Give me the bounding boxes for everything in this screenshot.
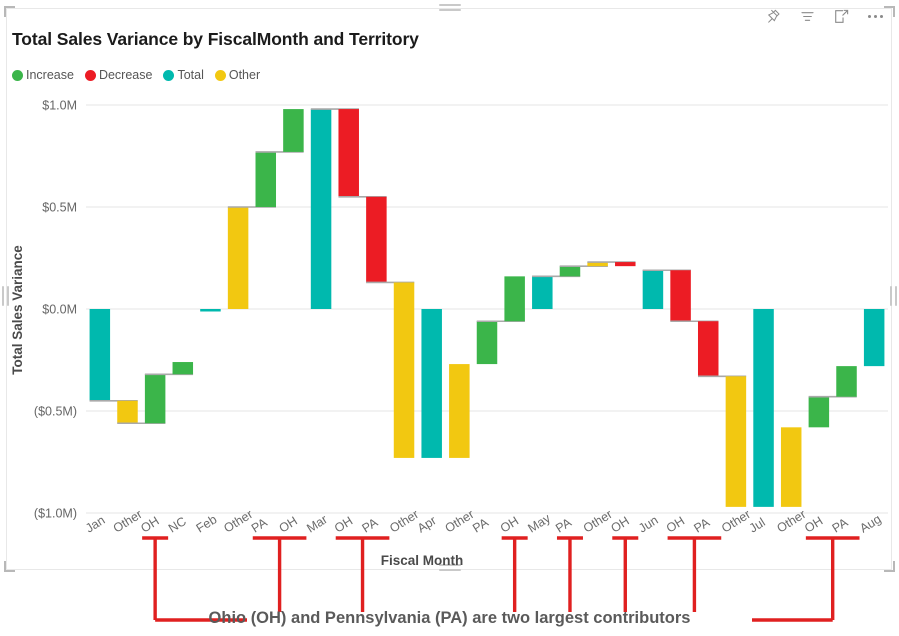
y-axis-title: Total Sales Variance [10, 245, 25, 375]
x-axis-tick-label[interactable]: Other [387, 507, 421, 535]
waterfall-bar[interactable] [117, 400, 138, 424]
annotation-caption: Ohio (OH) and Pennsylvania (PA) are two … [208, 609, 691, 627]
y-axis-tick-label: $1.0M [42, 99, 77, 113]
chart-plot-area: $1.0M $0.5M $0.0M ($0.5M) ($1.0M) Total Sales… [0, 0, 899, 636]
x-axis-tick-label[interactable]: Other [774, 507, 808, 535]
waterfall-bar[interactable] [725, 376, 747, 507]
y-axis-tick-label: $0.0M [42, 303, 77, 317]
waterfall-bar[interactable] [338, 109, 359, 197]
waterfall-bar[interactable] [449, 364, 470, 458]
x-axis-tick-label[interactable]: Mar [304, 512, 330, 535]
waterfall-bar[interactable] [753, 309, 774, 507]
x-axis-tick-label[interactable]: Jan [83, 513, 108, 536]
x-axis-tick-label[interactable]: Other [221, 507, 255, 535]
waterfall-bar[interactable] [144, 374, 166, 424]
waterfall-bar[interactable] [172, 362, 194, 375]
waterfall-chart[interactable]: $1.0M$0.5M$0.0M($0.5M)($1.0M)Total Sales… [0, 0, 899, 636]
x-axis-tick-label[interactable]: Aug [857, 512, 883, 536]
x-axis-tick-label[interactable]: PA [553, 515, 574, 536]
x-axis-tick-label[interactable]: PA [691, 515, 712, 536]
waterfall-bar[interactable] [255, 151, 277, 207]
x-axis-tick-label[interactable]: Jun [636, 513, 661, 536]
waterfall-bar[interactable] [559, 266, 581, 277]
waterfall-bar[interactable] [366, 196, 387, 283]
y-axis-tick-label: ($0.5M) [34, 405, 77, 419]
y-axis-tick-label: $0.5M [42, 201, 77, 215]
waterfall-bar[interactable] [532, 276, 553, 309]
waterfall-bar[interactable] [200, 309, 221, 312]
waterfall-bar[interactable] [780, 427, 802, 507]
x-axis-tick-label[interactable]: OH [664, 514, 687, 536]
waterfall-bar[interactable] [89, 309, 111, 401]
x-axis-tick-label[interactable]: Other [719, 507, 753, 535]
waterfall-bar[interactable] [808, 396, 830, 428]
x-axis-tick-label[interactable]: PA [830, 515, 851, 536]
waterfall-bar[interactable] [670, 270, 691, 322]
powerbi-visual-container: Total Sales Variance by FiscalMonth and … [0, 0, 899, 636]
waterfall-bar[interactable] [504, 276, 525, 322]
waterfall-bar[interactable] [836, 366, 857, 397]
x-axis-tick-label[interactable]: NC [166, 514, 189, 535]
waterfall-bar[interactable] [697, 321, 719, 377]
y-axis-tick-label: ($1.0M) [34, 507, 77, 521]
x-axis-tick-label[interactable]: Other [443, 507, 477, 535]
x-axis-tick-label[interactable]: Other [111, 507, 145, 535]
x-axis-title: Fiscal Month [381, 553, 464, 568]
x-axis-tick-label[interactable]: PA [360, 515, 381, 536]
waterfall-bar[interactable] [283, 109, 304, 152]
x-axis-tick-label[interactable]: OH [498, 514, 521, 536]
x-axis-tick-label[interactable]: Feb [194, 512, 220, 535]
x-axis-tick-label[interactable]: OH [277, 514, 300, 536]
x-axis-tick-label[interactable]: OH [332, 514, 355, 536]
x-axis-tick-label[interactable]: Other [581, 507, 615, 535]
waterfall-bar[interactable] [476, 321, 498, 365]
waterfall-bar[interactable] [863, 309, 885, 367]
waterfall-bar[interactable] [421, 309, 442, 458]
waterfall-bar[interactable] [227, 207, 249, 309]
waterfall-bar[interactable] [642, 270, 664, 309]
waterfall-bar[interactable] [310, 109, 332, 309]
x-axis-tick-label[interactable]: May [525, 511, 553, 536]
waterfall-bar[interactable] [615, 262, 636, 267]
waterfall-bar[interactable] [393, 282, 415, 458]
